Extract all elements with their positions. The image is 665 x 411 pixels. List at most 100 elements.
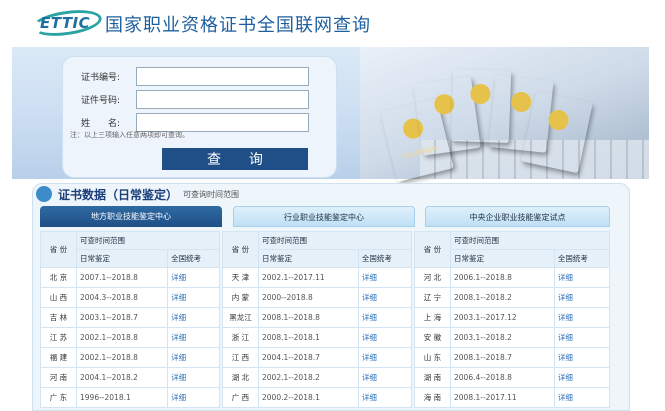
range-cell: 2008.1--2018.2 — [450, 287, 555, 308]
table-row: 浙 江 2008.1--2018.1 详细 — [222, 327, 413, 348]
tab-industry[interactable]: 行业职业技能鉴定中心 — [233, 206, 415, 227]
site-title: 国家职业资格证书全国联网查询 — [105, 15, 371, 36]
table-row: 福 建 2002.1--2018.8 详细 — [40, 347, 220, 368]
range-cell: 2004.1--2018.7 — [258, 347, 359, 368]
range-cell: 2008.1--2018.8 — [258, 307, 359, 328]
province-cell: 山 西 — [40, 287, 77, 308]
range-cell: 2003.1--2017.12 — [450, 307, 555, 328]
range-cell: 2000--2018.8 — [258, 287, 359, 308]
table-row: 吉 林 2003.1--2018.7 详细 — [40, 307, 220, 328]
province-cell: 浙 江 — [222, 327, 259, 348]
range-cell: 2004.1--2018.2 — [75, 367, 169, 388]
detail-link[interactable]: 详细 — [357, 387, 413, 408]
detail-link[interactable]: 详细 — [553, 327, 611, 348]
range-cell: 2003.1--2018.2 — [450, 327, 555, 348]
table-row: 广 西 2000.2--2018.1 详细 — [222, 387, 413, 408]
column-header-daily: 日常鉴定 — [450, 249, 555, 268]
table-row: 河 南 2004.1--2018.2 详细 — [40, 367, 220, 388]
query-button[interactable]: 查 询 — [162, 148, 308, 170]
table-row: 辽 宁 2008.1--2018.2 详细 — [414, 287, 611, 308]
detail-link[interactable]: 详细 — [167, 287, 220, 308]
tab-central-enterprise[interactable]: 中央企业职业技能鉴定试点 — [425, 206, 610, 227]
emblem-icon — [510, 90, 533, 113]
detail-link[interactable]: 详细 — [553, 347, 611, 368]
table-row: 湖 北 2002.1--2018.2 详细 — [222, 367, 413, 388]
range-cell: 2006.1--2018.8 — [450, 267, 555, 288]
range-cell: 2008.1--2017.11 — [450, 387, 555, 408]
range-cell: 2007.1--2018.8 — [75, 267, 169, 288]
detail-link[interactable]: 详细 — [167, 367, 220, 388]
province-cell: 湖 南 — [414, 367, 451, 388]
detail-link[interactable]: 详细 — [167, 387, 220, 408]
province-cell: 上 海 — [414, 307, 451, 328]
name-label: 姓 名: — [81, 119, 121, 129]
range-cell: 2003.1--2018.7 — [75, 307, 169, 328]
table-row: 江 苏 2002.1--2018.8 详细 — [40, 327, 220, 348]
cert-number-label: 证书编号: — [81, 73, 121, 83]
province-cell: 吉 林 — [40, 307, 77, 328]
table-row: 内 蒙 2000--2018.8 详细 — [222, 287, 413, 308]
province-cell: 江 西 — [222, 347, 259, 368]
cert-number-input[interactable] — [136, 67, 309, 86]
id-number-input[interactable] — [136, 90, 309, 109]
table-header-row: 省 份可查时间范围 — [40, 231, 220, 268]
table-row: 江 西 2004.1--2018.7 详细 — [222, 347, 413, 368]
table-row: 湖 南 2006.4--2018.8 详细 — [414, 367, 611, 388]
detail-link[interactable]: 详细 — [553, 387, 611, 408]
column-header-range: 可查时间范围 — [450, 231, 610, 250]
province-cell: 辽 宁 — [414, 287, 451, 308]
range-cell: 2008.1--2018.1 — [258, 327, 359, 348]
province-table: 省 份可查时间范围 日常鉴定 全国统考天 津 2002.1--2017.11 详细内 蒙… — [222, 231, 413, 408]
detail-link[interactable]: 详细 — [167, 267, 220, 288]
table-row: 天 津 2002.1--2017.11 详细 — [222, 267, 413, 288]
ettic-logo[interactable]: ETTIC — [30, 6, 104, 40]
detail-link[interactable]: 详细 — [357, 267, 413, 288]
detail-link[interactable]: 详细 — [553, 287, 611, 308]
table-row: 山 东 2008.1--2018.7 详细 — [414, 347, 611, 368]
province-cell: 福 建 — [40, 347, 77, 368]
site-header: ETTIC 国家职业资格证书全国联网查询 — [0, 0, 665, 46]
detail-link[interactable]: 详细 — [357, 327, 413, 348]
province-cell: 北 京 — [40, 267, 77, 288]
form-hint: 注：以上三项输入任意两项即可查询。 — [70, 131, 189, 139]
id-number-label: 证件号码: — [81, 96, 121, 106]
table-row: 山 西 2004.3--2018.8 详细 — [40, 287, 220, 308]
detail-link[interactable]: 详细 — [167, 347, 220, 368]
province-cell: 广 西 — [222, 387, 259, 408]
section-title: 证书数据（日常鉴定） — [58, 188, 179, 202]
range-cell: 1996--2018.1 — [75, 387, 169, 408]
range-cell: 2008.1--2018.7 — [450, 347, 555, 368]
table-row: 黑龙江 2008.1--2018.8 详细 — [222, 307, 413, 328]
detail-link[interactable]: 详细 — [167, 327, 220, 348]
column-header-province: 省 份 — [40, 231, 77, 268]
range-cell: 2002.1--2018.8 — [75, 327, 169, 348]
province-table: 省 份可查时间范围 日常鉴定 全国统考北 京 2007.1--2018.8 详细山 西2… — [40, 231, 220, 408]
detail-link[interactable]: 详细 — [553, 267, 611, 288]
province-cell: 黑龙江 — [222, 307, 259, 328]
range-cell: 2002.1--2017.11 — [258, 267, 359, 288]
detail-link[interactable]: 详细 — [167, 307, 220, 328]
range-cell: 2006.4--2018.8 — [450, 367, 555, 388]
detail-link[interactable]: 详细 — [553, 367, 611, 388]
table-row: 北 京 2007.1--2018.8 详细 — [40, 267, 220, 288]
column-header-range: 可查时间范围 — [258, 231, 412, 250]
column-header-national: 全国统考 — [167, 249, 220, 268]
range-cell: 2002.1--2018.8 — [75, 347, 169, 368]
detail-link[interactable]: 详细 — [357, 287, 413, 308]
detail-link[interactable]: 详细 — [357, 307, 413, 328]
column-header-province: 省 份 — [414, 231, 451, 268]
info-icon — [36, 186, 52, 202]
column-header-national: 全国统考 — [357, 249, 413, 268]
detail-link[interactable]: 详细 — [357, 347, 413, 368]
range-cell: 2000.2--2018.1 — [258, 387, 359, 408]
province-cell: 海 南 — [414, 387, 451, 408]
tab-local[interactable]: 地方职业技能鉴定中心 — [40, 206, 222, 227]
detail-link[interactable]: 详细 — [553, 307, 611, 328]
table-row: 河 北 2006.1--2018.8 详细 — [414, 267, 611, 288]
province-table: 省 份可查时间范围 日常鉴定 全国统考河 北 2006.1--2018.8 详细辽 宁2… — [414, 231, 611, 408]
detail-link[interactable]: 详细 — [357, 367, 413, 388]
range-cell: 2002.1--2018.2 — [258, 367, 359, 388]
section-subtitle: 可查询时间范围 — [183, 190, 239, 199]
table-header-row: 省 份可查时间范围 — [222, 231, 412, 268]
province-cell: 河 南 — [40, 367, 77, 388]
